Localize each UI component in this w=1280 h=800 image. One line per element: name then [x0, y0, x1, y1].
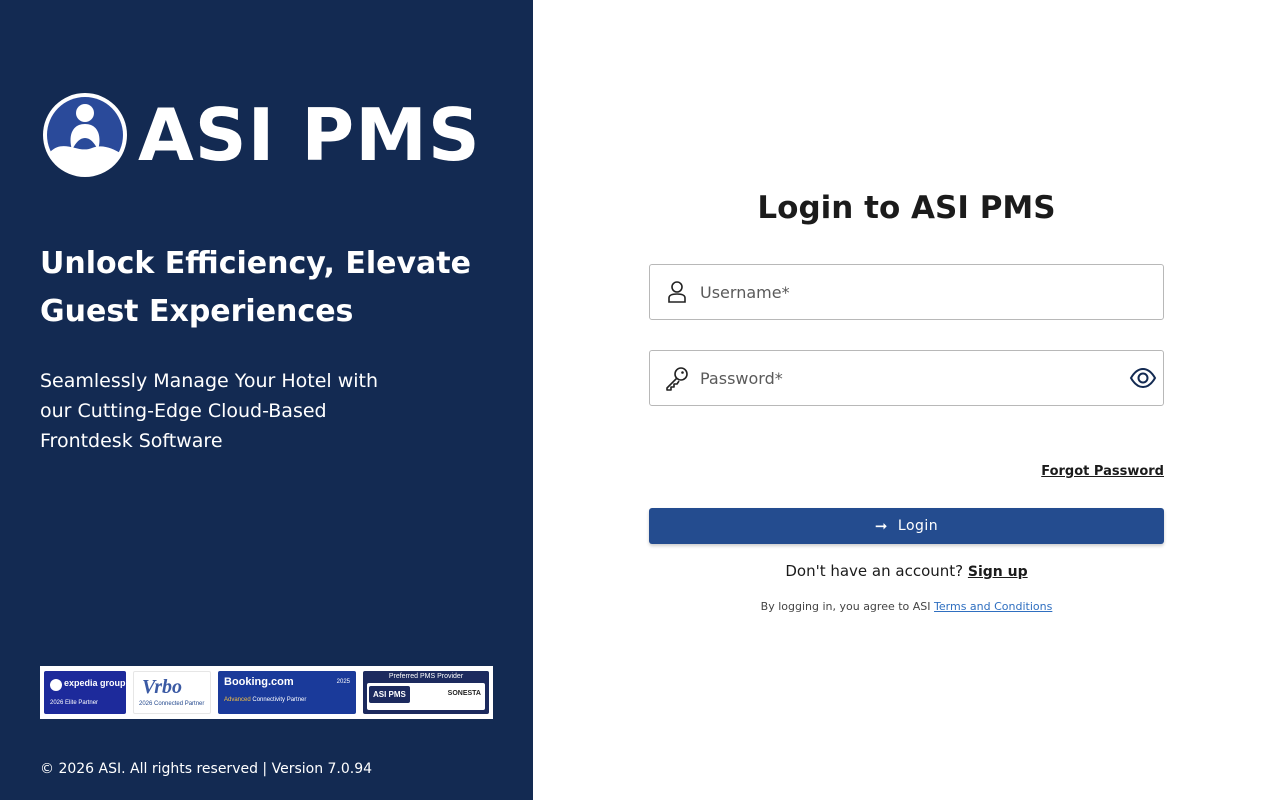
page-title: Login to ASI PMS: [757, 190, 1056, 226]
terms-prefix: By logging in, you agree to ASI: [760, 600, 935, 613]
booking-badge: Booking.com 2025 Advanced Connectivity P…: [218, 671, 356, 714]
expedia-logo-icon: [50, 679, 62, 691]
subline: Seamlessly Manage Your Hotel with our Cu…: [40, 370, 379, 452]
vrbo-badge: Vrbo 2026 Connected Partner: [133, 671, 211, 714]
signup-prompt: Don't have an account?: [785, 562, 964, 580]
copyright-footer: © 2026 ASI. All rights reserved | Versio…: [40, 761, 373, 777]
eye-icon[interactable]: [1129, 365, 1157, 391]
terms-link[interactable]: Terms and Conditions: [934, 600, 1052, 613]
logo: ASI PMS: [42, 92, 481, 178]
terms-row: By logging in, you agree to ASI Terms an…: [533, 600, 1280, 613]
logo-text: ASI PMS: [138, 93, 481, 177]
brand-panel: ASI PMS Unlock Efficiency, Elevate Guest…: [0, 0, 533, 800]
partner-badges: expedia group 2026 Elite Partner Vrbo 20…: [40, 666, 493, 719]
username-input[interactable]: [700, 265, 1120, 319]
headline: Unlock Efficiency, Elevate Guest Experie…: [40, 246, 471, 329]
forgot-password-link[interactable]: Forgot Password: [649, 464, 1164, 479]
expedia-badge: expedia group 2026 Elite Partner: [44, 671, 126, 714]
password-field[interactable]: [649, 350, 1164, 406]
user-icon: [668, 281, 686, 303]
key-icon: [666, 367, 688, 391]
login-panel: Login to ASI PMS Forgot Password ➞ Login…: [533, 0, 1280, 800]
password-input[interactable]: [700, 351, 1120, 405]
signup-link[interactable]: Sign up: [968, 564, 1028, 580]
login-button-label: Login: [897, 518, 939, 534]
asi-person-logo-icon: [43, 93, 127, 177]
login-button[interactable]: ➞ Login: [649, 508, 1164, 544]
arrow-right-icon: ➞: [874, 517, 888, 535]
signup-row: Don't have an account? Sign up: [533, 562, 1280, 580]
preferred-pms-badge: Preferred PMS Provider ASI PMS SONESTA: [363, 671, 489, 714]
username-field[interactable]: [649, 264, 1164, 320]
